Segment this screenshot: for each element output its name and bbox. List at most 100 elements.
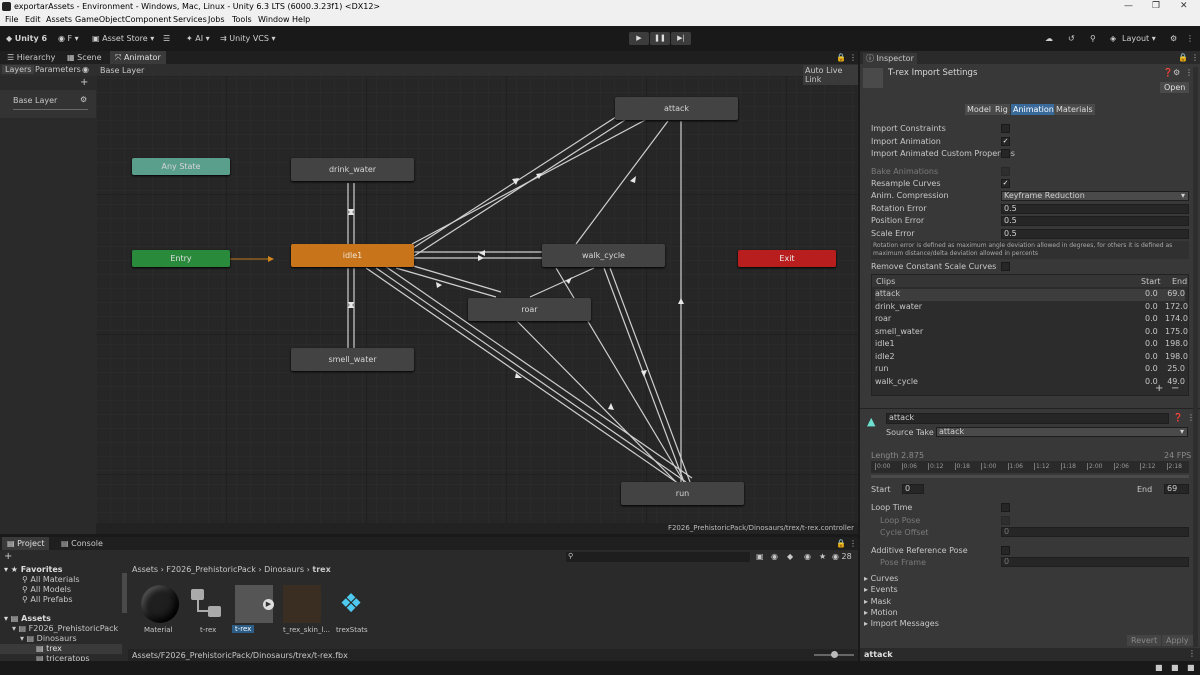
tab-model[interactable]: Model xyxy=(965,104,994,115)
tab-menu-icon[interactable]: ⋮ xyxy=(849,53,857,62)
create-button[interactable]: + xyxy=(4,551,12,562)
tab-console[interactable]: ▤ Console xyxy=(56,537,108,550)
more-icon[interactable]: ⋮ xyxy=(1186,34,1194,43)
layout-dropdown[interactable]: Layout ▾ xyxy=(1122,34,1156,43)
asset-fbx-thumb[interactable]: ▶ xyxy=(235,585,274,623)
start-field[interactable]: 0 xyxy=(902,484,924,494)
vcs-button[interactable]: ⇉ Unity VCS ▾ xyxy=(220,34,276,43)
layers-tab[interactable]: Layers xyxy=(2,65,35,74)
clip-row[interactable]: idle2 0.0 198.0 xyxy=(875,352,1188,364)
position-error-field[interactable]: 0.5 xyxy=(1001,216,1189,226)
add-layer-button[interactable]: + xyxy=(80,77,88,88)
maximize-icon[interactable]: ❐ xyxy=(1152,1,1160,11)
lock-icon[interactable]: 🔒 xyxy=(836,53,846,62)
timeline-ruler[interactable]: 0:00 0:06 0:12 0:18 1:00 1:06 1:12 1:18 2:00 2:06… xyxy=(871,461,1189,473)
project-menu-icon[interactable]: ⋮ xyxy=(849,539,857,548)
menu-lines-icon[interactable]: ☰ xyxy=(163,34,170,43)
state-attack[interactable]: attack xyxy=(615,97,738,120)
menu-services[interactable]: Services xyxy=(173,15,207,24)
search-icon[interactable]: ⚲ xyxy=(1090,34,1096,43)
help-icon[interactable]: ❓ xyxy=(1163,68,1173,77)
asset-controller-icon[interactable] xyxy=(191,589,223,621)
rotation-error-field[interactable]: 0.5 xyxy=(1001,204,1189,214)
folder-prehistoric[interactable]: ▾ ▤ F2026_PrehistoricPack xyxy=(12,624,118,633)
inspector-lock-icon[interactable]: 🔒 xyxy=(1178,53,1188,62)
breadcrumb[interactable]: Base Layer xyxy=(100,66,144,75)
section-motion[interactable]: ▸ Motion xyxy=(864,608,898,617)
favorites-folder[interactable]: ▾ ★ Favorites xyxy=(4,565,63,574)
account-button[interactable]: ◉ F ▾ xyxy=(58,34,79,43)
asset-material-label[interactable]: Material xyxy=(144,626,172,634)
clip-help-icon[interactable]: ❓ xyxy=(1173,413,1183,422)
state-smell-water[interactable]: smell_water xyxy=(291,348,414,371)
state-entry[interactable]: Entry xyxy=(132,250,230,267)
filter-label-icon[interactable]: ◉ xyxy=(771,552,778,561)
inspector-menu-icon[interactable]: ⋮ xyxy=(1191,53,1199,62)
asset-fbx-label[interactable]: t-rex xyxy=(232,625,255,633)
state-idle1[interactable]: idle1 xyxy=(291,244,414,267)
clip-name-field[interactable]: attack xyxy=(886,413,1169,424)
menu-gameobject[interactable]: GameObject xyxy=(75,15,125,24)
end-field[interactable]: 69 xyxy=(1164,484,1189,494)
tab-materials[interactable]: Materials xyxy=(1054,104,1095,115)
favorite-star-icon[interactable]: ★ xyxy=(819,552,826,561)
clip-row[interactable]: run 0.0 25.0 xyxy=(875,364,1185,376)
section-import-messages[interactable]: ▸ Import Messages xyxy=(864,619,939,628)
clip-row[interactable]: idle1 0.0 198.0 xyxy=(875,339,1188,351)
bake-animations-checkbox[interactable] xyxy=(1001,167,1010,176)
inspector-scrollbar[interactable] xyxy=(1193,67,1198,647)
menu-tools[interactable]: Tools xyxy=(232,15,252,24)
step-button[interactable]: ▶| xyxy=(671,32,691,45)
eye-icon[interactable]: ◉ xyxy=(82,65,89,74)
settings-icon[interactable]: ⚙ xyxy=(1170,34,1177,43)
pose-frame-field[interactable]: 0 xyxy=(1001,557,1189,567)
tab-rig[interactable]: Rig xyxy=(993,104,1010,115)
menu-jobs[interactable]: Jobs xyxy=(208,15,225,24)
clip-row[interactable]: walk_cycle 0.0 49.0 xyxy=(875,377,1185,389)
clip-row[interactable]: roar 0.0 174.0 xyxy=(875,314,1188,326)
folder-trex[interactable]: ▤ trex xyxy=(36,644,62,653)
unity-button[interactable]: ◆ Unity 6 xyxy=(6,34,47,43)
menu-edit[interactable]: Edit xyxy=(25,15,41,24)
add-clip-button[interactable]: + xyxy=(1155,383,1163,394)
asset-material-thumb[interactable] xyxy=(141,585,179,623)
ai-button[interactable]: ✦ AI ▾ xyxy=(186,34,210,43)
filter-eye-icon[interactable]: ◉ xyxy=(804,552,811,561)
state-any[interactable]: Any State xyxy=(132,158,230,175)
asset-texture-label[interactable]: t_rex_skin_l... xyxy=(283,626,330,634)
layer-gear-icon[interactable]: ⚙ xyxy=(80,95,87,104)
scale-error-field[interactable]: 0.5 xyxy=(1001,229,1189,239)
tab-hierarchy[interactable]: ☰ Hierarchy xyxy=(2,51,60,64)
clip-row[interactable]: drink_water 0.0 172.0 xyxy=(875,302,1188,314)
expand-play-icon[interactable]: ▶ xyxy=(263,599,274,610)
asset-store-button[interactable]: ▣ Asset Store ▾ xyxy=(92,34,154,43)
status-icon-2[interactable]: ■ xyxy=(1171,663,1179,672)
section-events[interactable]: ▸ Events xyxy=(864,585,898,594)
state-roar[interactable]: roar xyxy=(468,298,591,321)
import-custom-checkbox[interactable] xyxy=(1001,149,1010,158)
zoom-slider-thumb[interactable] xyxy=(831,651,838,658)
tab-animator[interactable]: ⤧ Animator xyxy=(110,51,166,64)
menu-component[interactable]: Component xyxy=(125,15,171,24)
loop-time-checkbox[interactable] xyxy=(1001,503,1010,512)
folder-dinosaurs[interactable]: ▾ ▤ Dinosaurs xyxy=(20,634,77,643)
additive-checkbox[interactable] xyxy=(1001,546,1010,555)
fav-all-materials[interactable]: ⚲ All Materials xyxy=(22,575,80,584)
tab-inspector[interactable]: ⓘ Inspector xyxy=(863,53,917,64)
asset-script-label[interactable]: trexStats xyxy=(336,626,368,634)
tab-project[interactable]: ▤ Project xyxy=(2,537,50,550)
crumb-assets[interactable]: Assets xyxy=(132,565,158,574)
state-exit[interactable]: Exit xyxy=(738,250,836,267)
state-walk-cycle[interactable]: walk_cycle xyxy=(542,244,665,267)
pause-button[interactable]: ❚❚ xyxy=(650,32,670,45)
open-button[interactable]: Open xyxy=(1160,82,1190,93)
state-drink-water[interactable]: drink_water xyxy=(291,158,414,181)
base-layer-item[interactable]: Base Layer ⚙ xyxy=(0,90,96,118)
remove-clip-button[interactable]: − xyxy=(1171,383,1179,394)
crumb-trex[interactable]: trex xyxy=(312,565,330,574)
remove-constant-checkbox[interactable] xyxy=(1001,262,1010,271)
menu-window[interactable]: Window xyxy=(258,15,290,24)
compression-dropdown[interactable]: Keyframe Reduction ▾ xyxy=(1001,191,1189,201)
crumb-dinosaurs[interactable]: Dinosaurs xyxy=(264,565,304,574)
clip-range-bar[interactable] xyxy=(871,475,1189,478)
